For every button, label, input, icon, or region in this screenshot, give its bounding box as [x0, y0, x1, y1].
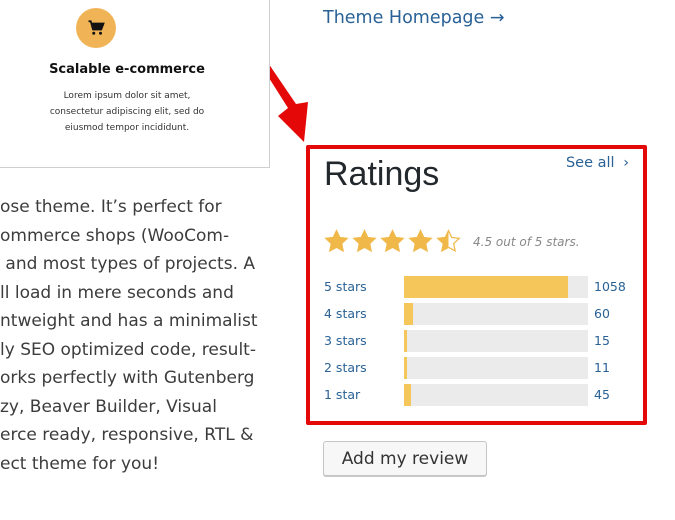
- rating-row-label[interactable]: 2 stars: [324, 360, 367, 375]
- rating-bar-fill: [404, 384, 411, 406]
- description-line: and most types of projects. A: [0, 254, 255, 274]
- rating-row: 2 stars 11: [324, 357, 634, 379]
- description-line: ect theme for you!: [0, 453, 160, 474]
- rating-row: 5 stars 1058: [324, 276, 634, 298]
- rating-bar-track: [404, 357, 588, 379]
- star-rating: [324, 229, 461, 254]
- star-full-icon: [408, 229, 433, 253]
- rating-bar-track: [404, 276, 588, 298]
- description-line: ly SEO optimized code, result-: [0, 339, 256, 360]
- card-text: Lorem ipsum dolor sit amet, consectetur …: [21, 88, 233, 136]
- description-line: ntweight and has a minimalist: [0, 311, 258, 331]
- rating-bar-track: [404, 330, 588, 352]
- rating-bar-fill: [404, 303, 414, 325]
- rating-row-label[interactable]: 1 star: [324, 387, 360, 402]
- description-line: ose theme. It’s perfect for: [0, 197, 222, 217]
- card-text-line: eiusmod tempor incididunt.: [64, 123, 190, 133]
- rating-row-label[interactable]: 5 stars: [324, 279, 367, 294]
- rating-bar-track: [404, 303, 588, 325]
- cart-icon-badge: [76, 8, 116, 48]
- cart-icon: [88, 20, 105, 35]
- chevron-right-icon: ›: [623, 155, 629, 171]
- description-line: erce ready, responsive, RTL &: [0, 425, 254, 445]
- rating-summary: 4.5 out of 5 stars.: [473, 235, 580, 249]
- theme-description: ose theme. It’s perfect for ommerce shop…: [0, 193, 280, 478]
- rating-row-label[interactable]: 4 stars: [324, 306, 367, 321]
- card-text-line: consectetur adipiscing elit, sed do: [49, 107, 205, 117]
- rating-row-count: 45: [594, 387, 610, 402]
- rating-row: 4 stars 60: [324, 303, 634, 325]
- rating-row-count: 15: [594, 333, 610, 348]
- description-line: zy, Beaver Builder, Visual: [0, 396, 217, 417]
- add-review-button[interactable]: Add my review: [323, 441, 487, 476]
- rating-row: 1 star 45: [324, 384, 634, 406]
- description-line: ll load in mere seconds and: [0, 282, 234, 303]
- see-all-link[interactable]: See all ›: [566, 155, 629, 171]
- feature-card: Scalable e-commerce Lorem ipsum dolor si…: [0, 0, 270, 168]
- rating-row-count: 11: [594, 360, 610, 375]
- rating-bar-fill: [404, 357, 407, 379]
- see-all-label: See all: [565, 155, 615, 171]
- description-line: orks perfectly with Gutenberg: [0, 368, 255, 388]
- card-title: Scalable e-commerce: [49, 62, 205, 77]
- description-line: ommerce shops (WooCom-: [0, 225, 230, 246]
- rating-bar-fill: [404, 330, 407, 352]
- card-text-line: Lorem ipsum dolor sit amet,: [63, 91, 191, 101]
- star-full-icon: [352, 229, 377, 253]
- star-half-icon: [436, 229, 461, 253]
- ratings-title: Ratings: [324, 155, 440, 193]
- rating-bar-track: [404, 384, 588, 406]
- rating-row-count: 1058: [594, 279, 626, 294]
- ratings-panel: Ratings See all › 4.5 out of 5 stars. 5 …: [306, 145, 647, 425]
- rating-row-count: 60: [594, 306, 610, 321]
- rating-row: 3 stars 15: [324, 330, 634, 352]
- theme-homepage-link[interactable]: Theme Homepage →: [323, 8, 505, 28]
- rating-row-label[interactable]: 3 stars: [324, 333, 367, 348]
- star-full-icon: [380, 229, 405, 253]
- rating-bar-fill: [404, 276, 568, 298]
- star-full-icon: [324, 229, 349, 253]
